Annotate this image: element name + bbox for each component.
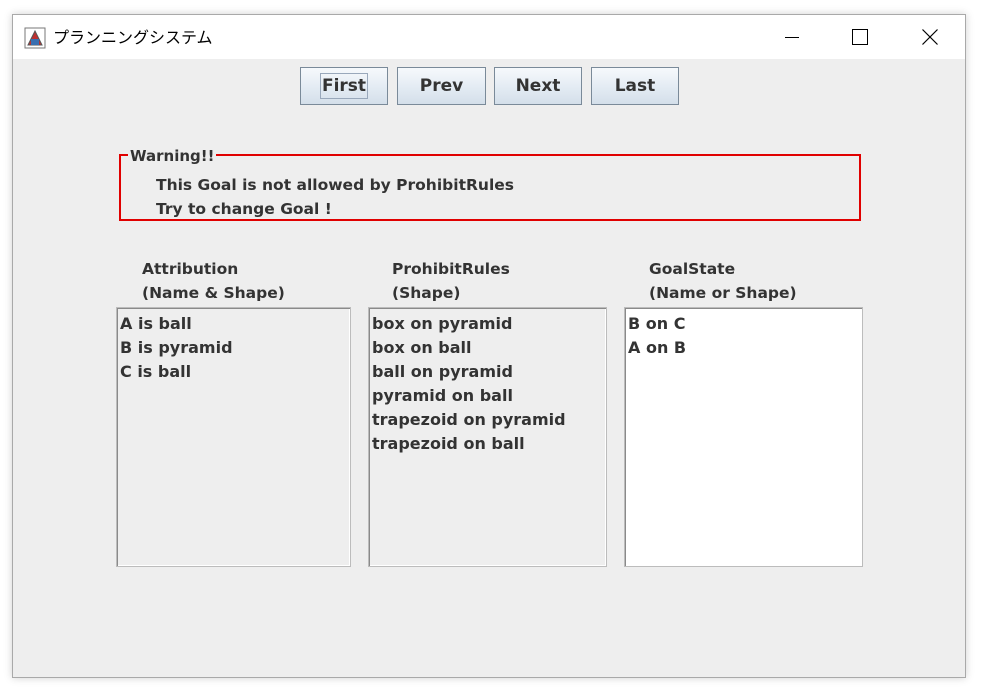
maximize-icon (852, 29, 868, 45)
next-button-label: Next (515, 76, 561, 96)
prohibit-rules-subheading: (Shape) (392, 284, 461, 302)
list-item[interactable]: trapezoid on ball (372, 432, 606, 456)
list-item[interactable]: trapezoid on pyramid (372, 408, 606, 432)
goal-state-heading: GoalState (649, 260, 736, 278)
goal-state-list[interactable]: B on C A on B (624, 307, 863, 567)
minimize-button[interactable] (769, 15, 815, 59)
close-icon (922, 29, 938, 45)
prev-button[interactable]: Prev (397, 67, 486, 105)
attribution-list[interactable]: A is ball B is pyramid C is ball (116, 307, 351, 567)
warning-message-line1: This Goal is not allowed by ProhibitRule… (156, 176, 514, 194)
first-button[interactable]: First (300, 67, 388, 105)
java-app-icon (24, 27, 46, 49)
attribution-subheading: (Name & Shape) (142, 284, 285, 302)
goal-state-subheading: (Name or Shape) (649, 284, 797, 302)
prev-button-label: Prev (419, 76, 464, 96)
list-item[interactable]: box on pyramid (372, 312, 606, 336)
warning-panel: Warning!! This Goal is not allowed by Pr… (119, 147, 861, 221)
window-title: プランニングシステム (53, 28, 213, 47)
list-item[interactable]: ball on pyramid (372, 360, 606, 384)
prohibit-rules-heading: ProhibitRules (392, 260, 510, 278)
list-item[interactable]: pyramid on ball (372, 384, 606, 408)
list-item[interactable]: A on B (628, 336, 862, 360)
first-button-label: First (319, 73, 369, 99)
app-window: プランニングシステム First Prev Next Last Warning!… (12, 14, 966, 678)
prohibit-rules-list[interactable]: box on pyramid box on ball ball on pyram… (368, 307, 607, 567)
list-item[interactable]: box on ball (372, 336, 606, 360)
close-button[interactable] (907, 15, 953, 59)
maximize-button[interactable] (837, 15, 883, 59)
last-button-label: Last (614, 76, 656, 96)
list-item[interactable]: A is ball (120, 312, 350, 336)
list-item[interactable]: C is ball (120, 360, 350, 384)
minimize-icon (785, 37, 799, 38)
next-button[interactable]: Next (494, 67, 582, 105)
list-item[interactable]: B on C (628, 312, 862, 336)
list-item[interactable]: B is pyramid (120, 336, 350, 360)
warning-message-line2: Try to change Goal ! (156, 200, 332, 218)
warning-title: Warning!! (128, 147, 217, 165)
title-bar[interactable]: プランニングシステム (13, 15, 965, 59)
attribution-heading: Attribution (142, 260, 239, 278)
last-button[interactable]: Last (591, 67, 679, 105)
